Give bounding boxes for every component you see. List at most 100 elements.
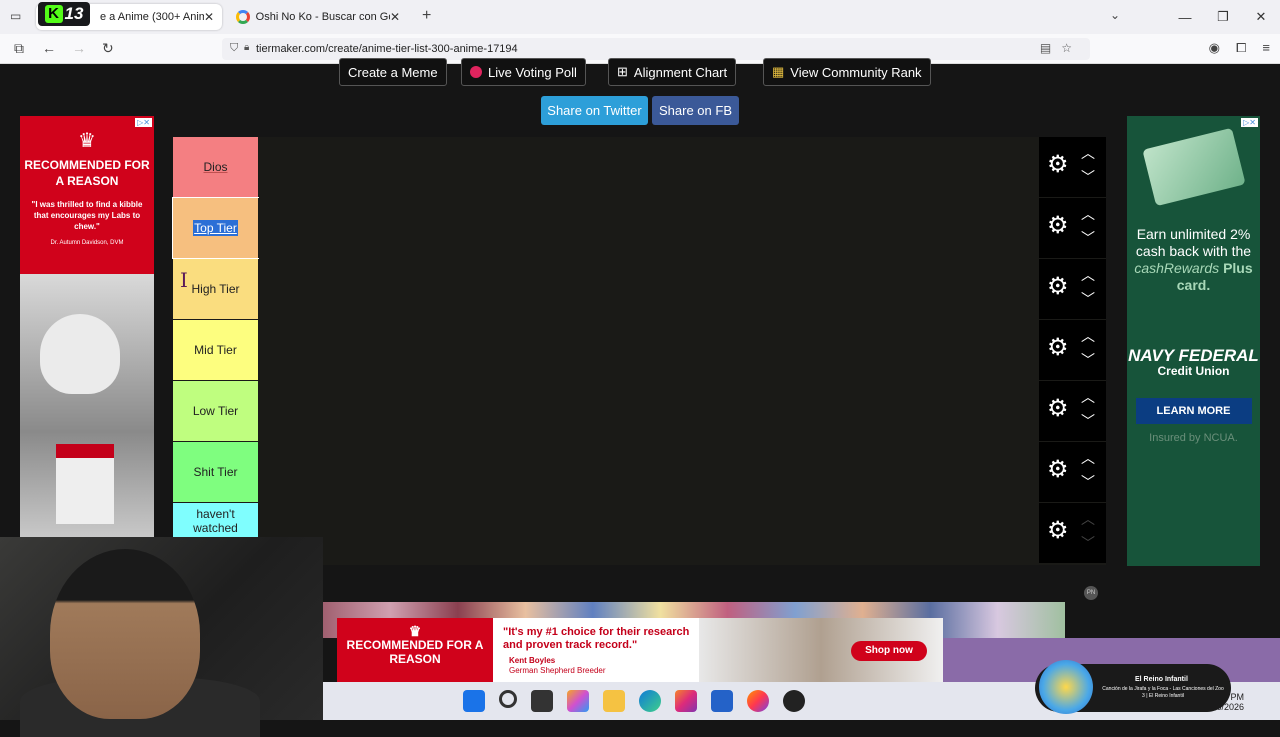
close-tab-icon[interactable]: ✕ [204,10,214,24]
notification-title: El Reino Infantil [1135,676,1188,683]
tier-controls: ⚙ ︿ ﹀ [1039,381,1106,441]
tier-items-area[interactable] [258,442,1039,502]
share-twitter-button[interactable]: Share on Twitter [541,96,648,125]
gear-icon[interactable]: ⚙ [1047,153,1069,177]
ad-right-navy-federal[interactable]: Earn unlimited 2% cash back with the cas… [1127,116,1260,566]
task-view-icon[interactable] [531,690,553,712]
tier-items-area[interactable] [258,198,1039,258]
tier-label-low[interactable]: Low Tier [173,381,258,441]
tier-label-text[interactable]: Mid Tier [194,343,237,357]
obs-icon[interactable] [783,690,805,712]
notification-subtitle: Canción de la Jirafa y la Foca - Las Can… [1102,686,1224,699]
reload-icon[interactable]: ↻ [102,40,114,57]
ad-bottom-headline: RECOMMENDED FOR A REASON [346,638,484,666]
create-meme-button[interactable]: Create a Meme [339,58,447,86]
tier-items-area[interactable] [258,381,1039,441]
gear-icon[interactable]: ⚙ [1047,336,1069,360]
tier-label-text[interactable]: Top Tier [193,220,238,236]
copilot-icon[interactable] [567,690,589,712]
close-tab-icon[interactable]: ✕ [390,10,400,24]
ad-bottom-quote: "It's my #1 choice for their research an… [503,626,690,651]
tier-label-mid[interactable]: Mid Tier [173,320,258,380]
tier-row-low: Low Tier ⚙ ︿ ﹀ [173,381,1106,441]
chevron-down-icon[interactable]: ﹀ [1081,289,1095,309]
close-window-icon[interactable]: ✕ [1242,9,1280,25]
tier-label-text[interactable]: Low Tier [193,404,238,418]
chevron-up-icon[interactable]: ︿ [1081,326,1095,346]
account-icon[interactable]: ◉ [1209,40,1220,56]
maximize-icon[interactable]: ❐ [1204,9,1242,25]
tier-label-top[interactable]: Top Tier [172,197,259,259]
gear-icon[interactable]: ⚙ [1047,275,1069,299]
shield-icon[interactable]: ⛉ [230,42,238,55]
share-fb-button[interactable]: Share on FB [652,96,739,125]
chevron-up-icon[interactable]: ︿ [1081,204,1095,224]
forward-icon[interactable]: → [72,40,86,56]
gear-icon[interactable]: ⚙ [1047,458,1069,482]
lock-icon[interactable]: 🔒︎ [244,42,249,53]
tier-label-text[interactable]: haven't watched [186,507,246,535]
firefox-icon[interactable] [747,690,769,712]
reader-bookmark-icons[interactable]: ▤☆ [1040,41,1082,55]
learn-more-button[interactable]: LEARN MORE [1135,398,1252,424]
chevron-up-icon[interactable]: ︿ [1081,265,1095,285]
new-tab-button[interactable]: + [422,7,431,25]
chevron-down-icon[interactable]: ﹀ [1081,533,1095,553]
chevron-down-icon[interactable]: ﹀ [1081,472,1095,492]
tier-label-text[interactable]: Shit Tier [193,465,237,479]
ad-bottom-royal-canin[interactable]: ♛ RECOMMENDED FOR A REASON "It's my #1 c… [337,618,943,684]
store-icon[interactable] [711,690,733,712]
chevron-down-icon[interactable]: ﹀ [1081,167,1095,187]
share-fb-label: Share on FB [659,103,732,118]
alignment-chart-button[interactable]: ⊞ Alignment Chart [608,58,737,86]
pn-badge: PN [1084,586,1098,600]
file-explorer-icon[interactable] [603,690,625,712]
chevron-up-icon[interactable]: ︿ [1081,509,1095,529]
ad-left-royal-canin[interactable]: ♛ RECOMMENDED FOR A REASON "I was thrill… [20,116,154,537]
media-notification[interactable]: El Reino Infantil Canción de la Jirafa y… [1035,660,1231,714]
tab-list-icon[interactable]: ▭ [10,9,21,23]
windows-start-icon[interactable] [463,690,485,712]
tab-google[interactable]: Oshi No Ko - Buscar con Googl ✕ [228,4,408,30]
shop-now-button[interactable]: Shop now [851,641,927,661]
chevron-down-icon[interactable]: ﹀ [1081,228,1095,248]
tier-items-area[interactable] [258,320,1039,380]
edge-icon[interactable] [639,690,661,712]
live-voting-button[interactable]: Live Voting Poll [461,58,586,86]
tier-label-text[interactable]: High Tier [191,282,239,296]
extensions-icon[interactable]: ⧠ [1236,40,1246,56]
back-icon[interactable]: ← [42,40,56,56]
url-text[interactable]: tiermaker.com/create/anime-tier-list-300… [256,43,518,55]
gear-icon[interactable]: ⚙ [1047,519,1069,543]
window-controls: — ❐ ✕ [1166,0,1280,34]
gear-icon[interactable]: ⚙ [1047,214,1069,238]
chevron-up-icon[interactable]: ︿ [1081,448,1095,468]
tier-items-area[interactable] [258,503,1039,563]
search-icon[interactable] [499,690,517,708]
ad-right-offer: Earn unlimited 2% cash back with the cas… [1127,226,1260,294]
chevron-up-icon[interactable]: ︿ [1081,387,1095,407]
chevron-down-icon[interactable]: ﹀ [1081,350,1095,370]
alignment-chart-label: Alignment Chart [633,64,728,80]
chevron-down-icon[interactable]: ⌄ [1110,8,1120,22]
adchoices-icon[interactable]: ▷✕ [1241,118,1258,127]
sidebar-icon[interactable]: ⧉ [14,40,24,57]
community-rank-button[interactable]: ▦ View Community Rank [763,58,931,86]
adchoices-icon[interactable]: ▷✕ [135,118,152,127]
chevron-up-icon[interactable]: ︿ [1081,143,1095,163]
tier-label-shit[interactable]: Shit Tier [173,442,258,502]
offer-text: Earn unlimited 2% cash back with the [1135,226,1252,259]
menu-icon[interactable]: ≡ [1262,40,1270,56]
gear-icon[interactable]: ⚙ [1047,397,1069,421]
chevron-down-icon[interactable]: ﹀ [1081,411,1095,431]
tier-label-dios[interactable]: Dios [173,137,258,197]
offer-cash-text: cashRewards [1134,260,1220,276]
tier-label-text[interactable]: Dios [203,160,227,174]
tier-items-area[interactable] [258,137,1039,197]
minimize-icon[interactable]: — [1166,10,1204,25]
instagram-icon[interactable] [675,690,697,712]
tier-items-area[interactable] [258,259,1039,319]
text-cursor-icon: I [180,268,188,292]
address-bar[interactable]: ⛉ 🔒︎ tiermaker.com/create/anime-tier-lis… [222,38,1090,60]
kick-logo: K 13 [38,2,90,26]
